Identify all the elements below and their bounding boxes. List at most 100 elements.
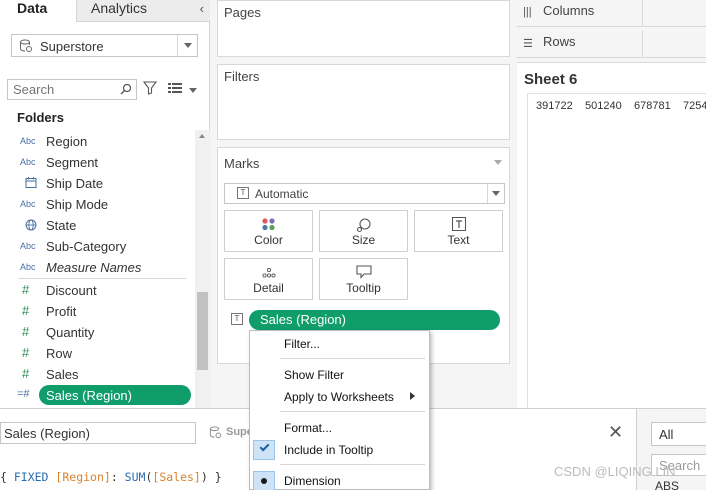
tab-data[interactable]: Data — [0, 0, 76, 22]
list-item[interactable]: # Sales — [0, 364, 195, 385]
function-category-select[interactable]: All — [651, 422, 706, 446]
label-button[interactable]: Text — [414, 210, 503, 252]
list-item[interactable]: State — [0, 215, 195, 236]
filters-title: Filters — [224, 69, 260, 84]
field-name: Row — [46, 346, 73, 361]
menu-item-label: Dimension — [284, 474, 341, 488]
data-pane: Data Analytics ‹ Superstore Folders Ab — [0, 0, 210, 408]
formula-paren-close: ) — [200, 470, 208, 484]
detail-label: Detail — [253, 281, 284, 295]
scroll-up-icon[interactable] — [199, 134, 205, 138]
list-item-selected[interactable]: =# Sales (Region) — [0, 385, 195, 406]
scrollbar-thumb[interactable] — [197, 292, 208, 370]
search-icon — [120, 83, 132, 95]
list-item[interactable]: Abc Ship Mode — [0, 194, 195, 215]
string-type-icon: Abc — [20, 136, 36, 146]
sheet-value[interactable]: 391722 — [536, 100, 573, 112]
field-name: Sales — [46, 367, 79, 382]
menu-item-filter[interactable]: Filter... — [250, 333, 429, 355]
columns-rows-shelves: ||| Columns ☰ Rows — [517, 0, 706, 60]
shelf-divider — [642, 0, 643, 27]
formula-colon: : — [110, 470, 125, 484]
calc-name-field[interactable]: Sales (Region) — [0, 422, 196, 444]
pages-shelf[interactable]: Pages — [217, 0, 510, 57]
list-item[interactable]: # Discount — [0, 280, 195, 301]
list-item[interactable]: Abc Measure Names — [0, 257, 195, 278]
menu-item-label: Filter... — [284, 337, 321, 351]
field-list-scrollbar[interactable] — [195, 130, 210, 408]
size-button[interactable]: Size — [319, 210, 408, 252]
chevron-down-icon[interactable] — [494, 160, 502, 165]
size-icon — [356, 218, 371, 233]
rows-icon: ☰ — [523, 38, 533, 50]
mark-type-select[interactable]: T Automatic — [224, 183, 505, 204]
sheet-title[interactable]: Sheet 6 — [524, 71, 577, 88]
field-search[interactable] — [7, 79, 137, 100]
filters-shelf[interactable]: Filters — [217, 64, 510, 140]
menu-item-label: Include in Tooltip — [284, 443, 374, 457]
number-type-icon: # — [22, 303, 30, 318]
menu-item-include-in-tooltip[interactable]: Include in Tooltip — [250, 439, 429, 461]
marks-title: Marks — [224, 156, 260, 171]
list-item[interactable]: Abc Segment — [0, 152, 195, 173]
sheet-value[interactable]: 725458 — [683, 100, 706, 112]
watermark: CSDN @LIQING LIN — [554, 464, 676, 479]
detail-button[interactable]: Detail — [224, 258, 313, 300]
text-mark-icon[interactable]: T — [231, 313, 243, 325]
rows-shelf[interactable]: ☰ Rows — [517, 31, 706, 58]
datasource-select[interactable]: Superstore — [11, 34, 198, 57]
menu-item-dimension[interactable]: Dimension — [250, 470, 429, 490]
text-mark-icon: T — [237, 187, 249, 199]
formula-field: [Region] — [55, 470, 111, 484]
checkmark-icon — [253, 440, 275, 460]
string-type-icon: Abc — [20, 262, 36, 272]
sheet-value[interactable]: 501240 — [585, 100, 622, 112]
menu-item-format[interactable]: Format... — [250, 417, 429, 439]
color-button[interactable]: Color — [224, 210, 313, 252]
label-label: Text — [447, 233, 470, 247]
close-icon[interactable]: ✕ — [608, 422, 623, 443]
string-type-icon: Abc — [20, 241, 36, 251]
field-search-input[interactable] — [8, 80, 113, 99]
field-name: Profit — [46, 304, 77, 319]
list-view-icon[interactable] — [168, 82, 184, 94]
mark-type-dropdown[interactable] — [487, 184, 504, 203]
filter-icon[interactable] — [143, 81, 157, 95]
chevron-down-icon[interactable] — [189, 88, 197, 93]
menu-item-apply-to-worksheets[interactable]: Apply to Worksheets — [250, 386, 429, 408]
sheet-value[interactable]: 678781 — [634, 100, 671, 112]
string-type-icon: Abc — [20, 157, 36, 167]
collapse-pane-icon[interactable]: ‹ — [200, 0, 204, 17]
text-icon — [451, 217, 466, 231]
list-item[interactable]: Abc Region — [0, 131, 195, 152]
columns-icon: ||| — [523, 6, 532, 18]
string-type-icon: Abc — [20, 199, 36, 209]
field-name: Segment — [46, 155, 99, 170]
list-item[interactable]: # Row — [0, 343, 195, 364]
marks-field-pill[interactable]: Sales (Region) — [249, 310, 500, 330]
field-list: Abc Region Abc Segment Ship Date Abc Shi… — [0, 130, 195, 408]
number-type-icon: # — [22, 366, 30, 381]
list-item[interactable]: # Profit — [0, 301, 195, 322]
calendar-icon — [25, 177, 37, 188]
number-type-icon: # — [22, 324, 30, 339]
folders-heading: Folders — [17, 110, 64, 125]
menu-separator — [280, 464, 425, 465]
datasource-label: Superstore — [40, 39, 104, 54]
tooltip-button[interactable]: Tooltip — [319, 258, 408, 300]
function-list-item[interactable]: ABS — [655, 479, 679, 490]
chevron-down-icon — [492, 191, 500, 196]
formula-function: SUM — [124, 470, 146, 484]
dimension-measure-divider — [18, 278, 186, 279]
menu-item-show-filter[interactable]: Show Filter — [250, 364, 429, 386]
tab-analytics[interactable]: Analytics ‹ — [76, 0, 210, 22]
tab-analytics-label: Analytics — [91, 0, 148, 16]
list-item[interactable]: Ship Date — [0, 173, 195, 194]
datasource-dropdown[interactable] — [177, 35, 197, 56]
color-icon — [261, 218, 275, 231]
list-item[interactable]: Abc Sub-Category — [0, 236, 195, 257]
columns-shelf[interactable]: ||| Columns — [517, 0, 706, 27]
list-item[interactable]: # Quantity — [0, 322, 195, 343]
formula-brace-close: } — [207, 470, 222, 484]
calc-formula[interactable]: { FIXED [Region]: SUM([Sales]) } — [0, 470, 222, 484]
